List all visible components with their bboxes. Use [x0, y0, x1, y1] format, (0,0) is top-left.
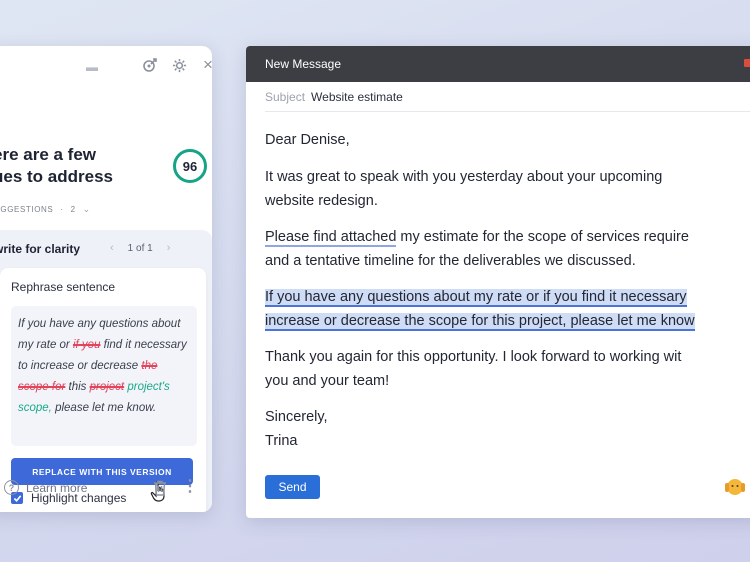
- drag-handle-icon[interactable]: ▬: [86, 61, 98, 73]
- signoff: Sincerely,: [265, 409, 328, 425]
- close-icon[interactable]: ×: [199, 56, 212, 74]
- compose-title-bar: New Message: [246, 46, 750, 82]
- pager: ‹ 1 of 1 ›: [110, 242, 170, 254]
- quote-text: please let me know.: [51, 402, 157, 414]
- body-line: you and your team!: [265, 373, 390, 389]
- learn-more-label: Learn more: [26, 480, 88, 495]
- body-line: website redesign.: [265, 193, 378, 209]
- more-options-icon[interactable]: ⋮: [182, 476, 198, 498]
- subject-value[interactable]: Website estimate: [311, 90, 403, 104]
- highlighted-sentence-line[interactable]: If you have any questions about my rate …: [265, 285, 687, 309]
- body-line: Please find attached my estimate for the…: [265, 225, 689, 249]
- signature: Trina: [265, 433, 298, 449]
- writing-assistant-panel: ▬ × ere are a few ues to address 96 UGGE…: [0, 46, 212, 512]
- pager-text: 1 of 1: [127, 242, 153, 254]
- chevron-right-icon[interactable]: ›: [167, 242, 171, 254]
- card-title: Rephrase sentence: [11, 280, 116, 294]
- score-badge[interactable]: 96: [173, 149, 207, 183]
- deleted-text: project: [89, 381, 125, 393]
- flagged-phrase[interactable]: Please find attached: [265, 229, 397, 247]
- greeting: Dear Denise,: [265, 132, 350, 148]
- compose-window: New Message Subject Website estimate Dea…: [246, 46, 750, 518]
- subject-field[interactable]: Subject Website estimate: [265, 82, 750, 112]
- panel-header: ▬ ×: [0, 46, 212, 86]
- window-title: New Message: [265, 57, 342, 71]
- send-button[interactable]: Send: [265, 475, 320, 499]
- panel-footer: ? Learn more ⋮: [0, 474, 212, 504]
- body-line: and a tentative timeline for the deliver…: [265, 253, 636, 269]
- emoji-icon[interactable]: [722, 476, 748, 496]
- suggestions-label: UGGESTIONS: [0, 205, 54, 214]
- highlighted-text: If you have any questions about my rate …: [265, 289, 687, 307]
- help-icon: ?: [4, 480, 19, 495]
- suggestion-group: write for clarity ‹ 1 of 1 › Rephrase se…: [0, 230, 212, 512]
- subject-label: Subject: [265, 89, 306, 104]
- highlighted-text: increase or decrease the scope for this …: [265, 313, 695, 331]
- body-text: my estimate for the scope of services re…: [396, 229, 689, 245]
- suggestions-count: 2: [70, 205, 76, 214]
- chevron-down-icon: ⌄: [82, 204, 91, 214]
- deleted-text: if you: [72, 339, 101, 351]
- goals-icon[interactable]: [141, 56, 159, 74]
- highlighted-sentence-line[interactable]: increase or decrease the scope for this …: [265, 309, 695, 333]
- suggested-text: If you have any questions about my rate …: [11, 306, 197, 446]
- body-line: Thank you again for this opportunity. I …: [265, 349, 682, 365]
- chevron-left-icon[interactable]: ‹: [110, 242, 114, 254]
- separator-dot: ·: [60, 205, 64, 214]
- window-control-icon[interactable]: [744, 59, 750, 67]
- suggestions-filter[interactable]: UGGESTIONS · 2 ⌄: [0, 204, 91, 215]
- group-title: write for clarity: [0, 242, 81, 256]
- quote-text: this: [65, 381, 90, 393]
- gear-icon[interactable]: [170, 56, 188, 74]
- trash-icon[interactable]: [152, 479, 168, 497]
- learn-more-link[interactable]: ? Learn more: [4, 480, 87, 495]
- body-line: It was great to speak with you yesterday…: [265, 169, 663, 185]
- issues-headline: ere are a few ues to address: [0, 145, 113, 186]
